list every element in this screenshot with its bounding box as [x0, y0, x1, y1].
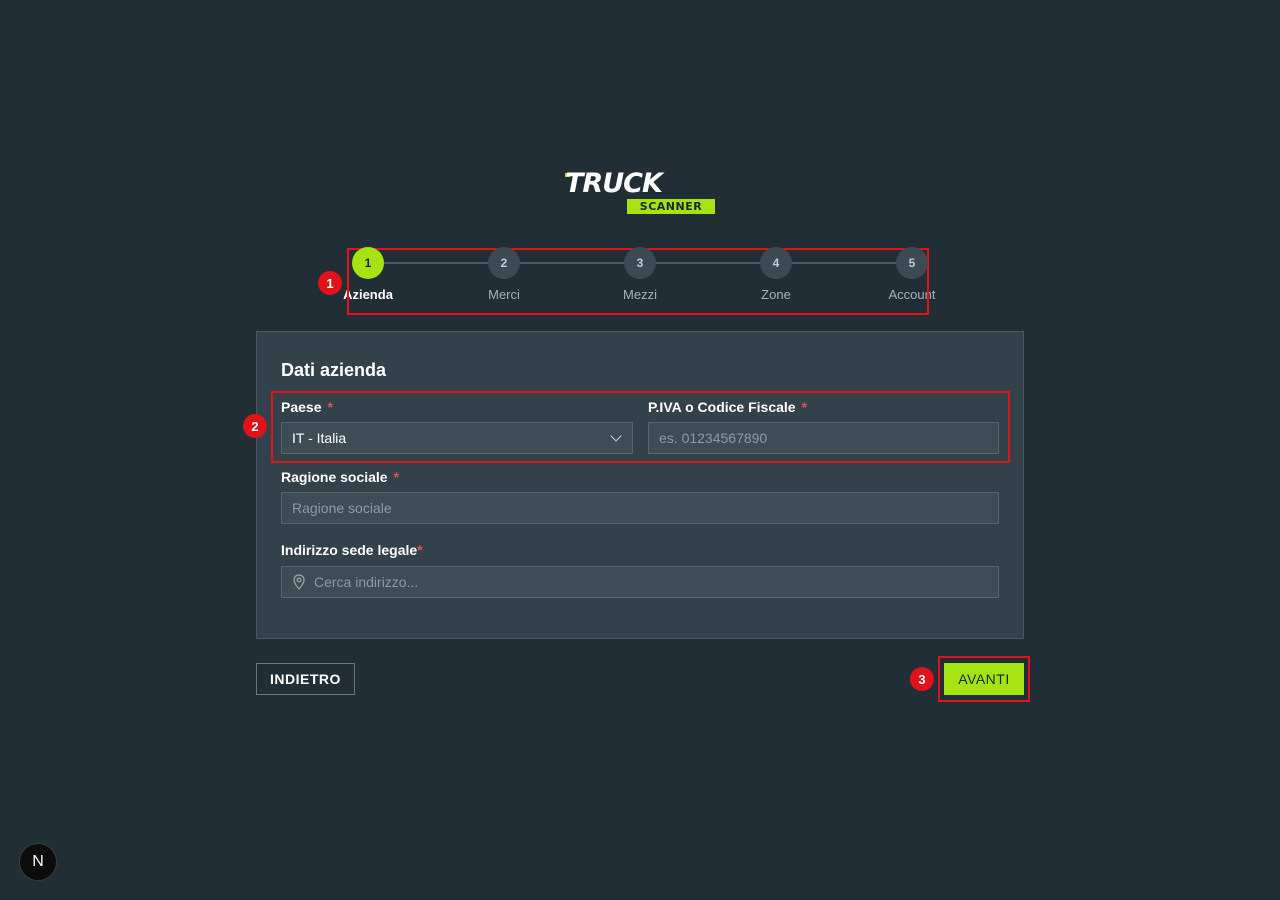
- card-title: Dati azienda: [281, 360, 387, 380]
- step-zone[interactable]: 4 Zone: [741, 247, 811, 302]
- map-pin-icon: [293, 574, 305, 590]
- logo-wordmark: TRUCK: [565, 168, 663, 199]
- step-merci[interactable]: 2 Merci: [469, 247, 539, 302]
- company-name-label-text: Ragione sociale: [281, 469, 388, 485]
- step-label: Azienda: [343, 287, 393, 302]
- country-label-text: Paese: [281, 399, 322, 415]
- step-label: Merci: [488, 287, 520, 302]
- address-placeholder: Cerca indirizzo...: [314, 574, 419, 590]
- annotation-marker-3: 3: [910, 667, 934, 691]
- step-number: 1: [352, 247, 384, 279]
- step-account[interactable]: 5 Account: [877, 247, 947, 302]
- step-azienda[interactable]: 1 Azienda: [333, 247, 403, 302]
- required-marker: *: [393, 469, 400, 485]
- step-number: 5: [896, 247, 928, 279]
- step-label: Account: [888, 287, 936, 302]
- truck-scanner-logo: TRUCK SCANNER: [565, 170, 717, 216]
- required-marker: *: [801, 399, 808, 415]
- country-select-value: IT - Italia: [292, 430, 347, 446]
- annotation-marker-2: 2: [243, 414, 267, 438]
- vat-label: P.IVA o Codice Fiscale *: [648, 399, 807, 415]
- dev-tools-indicator[interactable]: N: [19, 843, 57, 881]
- required-marker: *: [327, 399, 333, 415]
- chevron-down-icon: [610, 430, 622, 442]
- vat-input-placeholder: es. 01234567890: [659, 430, 768, 446]
- vat-input[interactable]: es. 01234567890: [648, 422, 999, 454]
- step-number: 4: [760, 247, 792, 279]
- address-search-input[interactable]: Cerca indirizzo...: [281, 566, 999, 598]
- next-button[interactable]: AVANTI: [944, 663, 1024, 695]
- required-marker: *: [417, 542, 423, 558]
- step-number: 3: [624, 247, 656, 279]
- vat-label-text: P.IVA o Codice Fiscale: [648, 399, 796, 415]
- address-label-text: Indirizzo sede legale: [281, 542, 418, 558]
- progress-stepper: 1 Azienda 2 Merci 3 Mezzi 4 Zone 5 Accou…: [340, 247, 940, 307]
- step-mezzi[interactable]: 3 Mezzi: [605, 247, 675, 302]
- logo-subtitle: SCANNER: [627, 199, 715, 214]
- company-name-label: Ragione sociale *: [281, 469, 399, 485]
- company-data-card: Dati azienda Paese * IT - Italia P.IVA o …: [256, 331, 1024, 639]
- step-number: 2: [488, 247, 520, 279]
- address-label: Indirizzo sede legale*: [281, 542, 423, 558]
- back-button[interactable]: INDIETRO: [256, 663, 355, 695]
- country-select[interactable]: IT - Italia: [281, 422, 633, 454]
- company-name-input[interactable]: Ragione sociale: [281, 492, 999, 524]
- step-label: Mezzi: [623, 287, 657, 302]
- step-label: Zone: [761, 287, 791, 302]
- annotation-marker-1: 1: [318, 271, 342, 295]
- country-label: Paese *: [281, 399, 333, 415]
- company-name-placeholder: Ragione sociale: [292, 500, 392, 516]
